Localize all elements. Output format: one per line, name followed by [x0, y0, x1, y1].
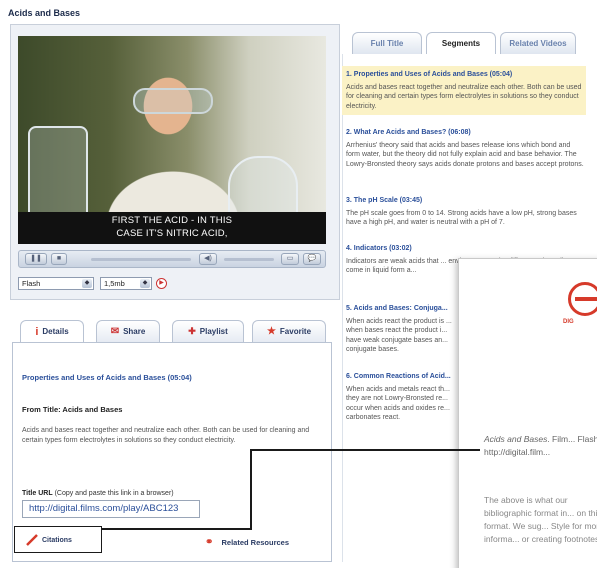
citation-note: The above is what our bibliographic form…	[484, 495, 597, 544]
chevron-down-icon: ◆	[140, 279, 150, 288]
seek-bar[interactable]	[91, 258, 191, 261]
captions-icon[interactable]: 💬	[303, 253, 321, 265]
tab-segments[interactable]: Segments	[426, 32, 496, 54]
tab-related-videos[interactable]: Related Videos	[500, 32, 576, 54]
volume-icon[interactable]: ◀)	[199, 253, 217, 265]
brand-logo-text: DIG	[563, 319, 574, 325]
fullscreen-icon[interactable]: ▭	[281, 253, 299, 265]
citation-text: Acids and Bases. Film... Flash. http://d…	[484, 434, 597, 457]
volume-slider[interactable]	[224, 258, 274, 261]
chevron-down-icon: ◆	[82, 279, 92, 288]
info-icon: i	[35, 325, 39, 338]
segment-item[interactable]: 6. Common Reactions of Acid... When acid…	[346, 372, 462, 423]
play-icon[interactable]: ▶	[156, 278, 167, 289]
callout-line	[250, 449, 480, 451]
tab-playlist[interactable]: ✚ Playlist	[172, 320, 244, 342]
size-select[interactable]: 1,5mb ◆	[100, 277, 152, 290]
segment-item[interactable]: 1. Properties and Uses of Acids and Base…	[342, 66, 586, 115]
link-icon: ⚭	[205, 537, 214, 548]
format-select[interactable]: Flash ◆	[18, 277, 94, 290]
segment-item[interactable]: 5. Acids and Bases: Conjuga... When acid…	[346, 304, 462, 355]
tab-favorite[interactable]: ★ Favorite	[252, 320, 326, 342]
callout-line	[102, 528, 252, 530]
video-caption: FIRST THE ACID - IN THIS CASE IT'S NITRI…	[111, 215, 233, 239]
citations-label[interactable]: Citations	[42, 537, 72, 544]
goggles-image	[133, 88, 213, 114]
segment-item[interactable]: 3. The pH Scale (03:45) The pH scale goe…	[346, 196, 586, 228]
segment-item[interactable]: 2. What Are Acids and Bases? (06:08) Arr…	[346, 128, 586, 169]
star-icon: ★	[266, 326, 276, 337]
stop-button[interactable]: ■	[51, 253, 67, 265]
segment-description: Acids and bases react together and neutr…	[22, 427, 310, 444]
brand-logo-icon	[568, 282, 597, 316]
page-title: Acids and Bases	[8, 8, 81, 18]
segment-title-link[interactable]: Properties and Uses of Acids and Bases (…	[22, 373, 192, 382]
title-url-field[interactable]: http://digital.films.com/play/ABC123	[22, 500, 200, 518]
from-title: From Title: Acids and Bases	[22, 405, 123, 414]
playlist-icon: ✚	[188, 326, 196, 336]
pencil-icon	[26, 534, 38, 546]
pause-button[interactable]: ❚❚	[25, 253, 47, 265]
mail-icon: ✉	[110, 326, 120, 337]
related-resources-link[interactable]: ⚭ Related Resources	[205, 537, 289, 548]
tab-details[interactable]: i Details	[20, 320, 84, 342]
callout-line	[250, 449, 252, 530]
player-controls: ❚❚ ■ ◀) ▭ 💬	[18, 250, 326, 268]
tab-share[interactable]: ✉ Share	[96, 320, 160, 342]
url-label: Title URL (Copy and paste this link in a…	[22, 490, 174, 497]
tab-full-title[interactable]: Full Title	[352, 32, 422, 54]
